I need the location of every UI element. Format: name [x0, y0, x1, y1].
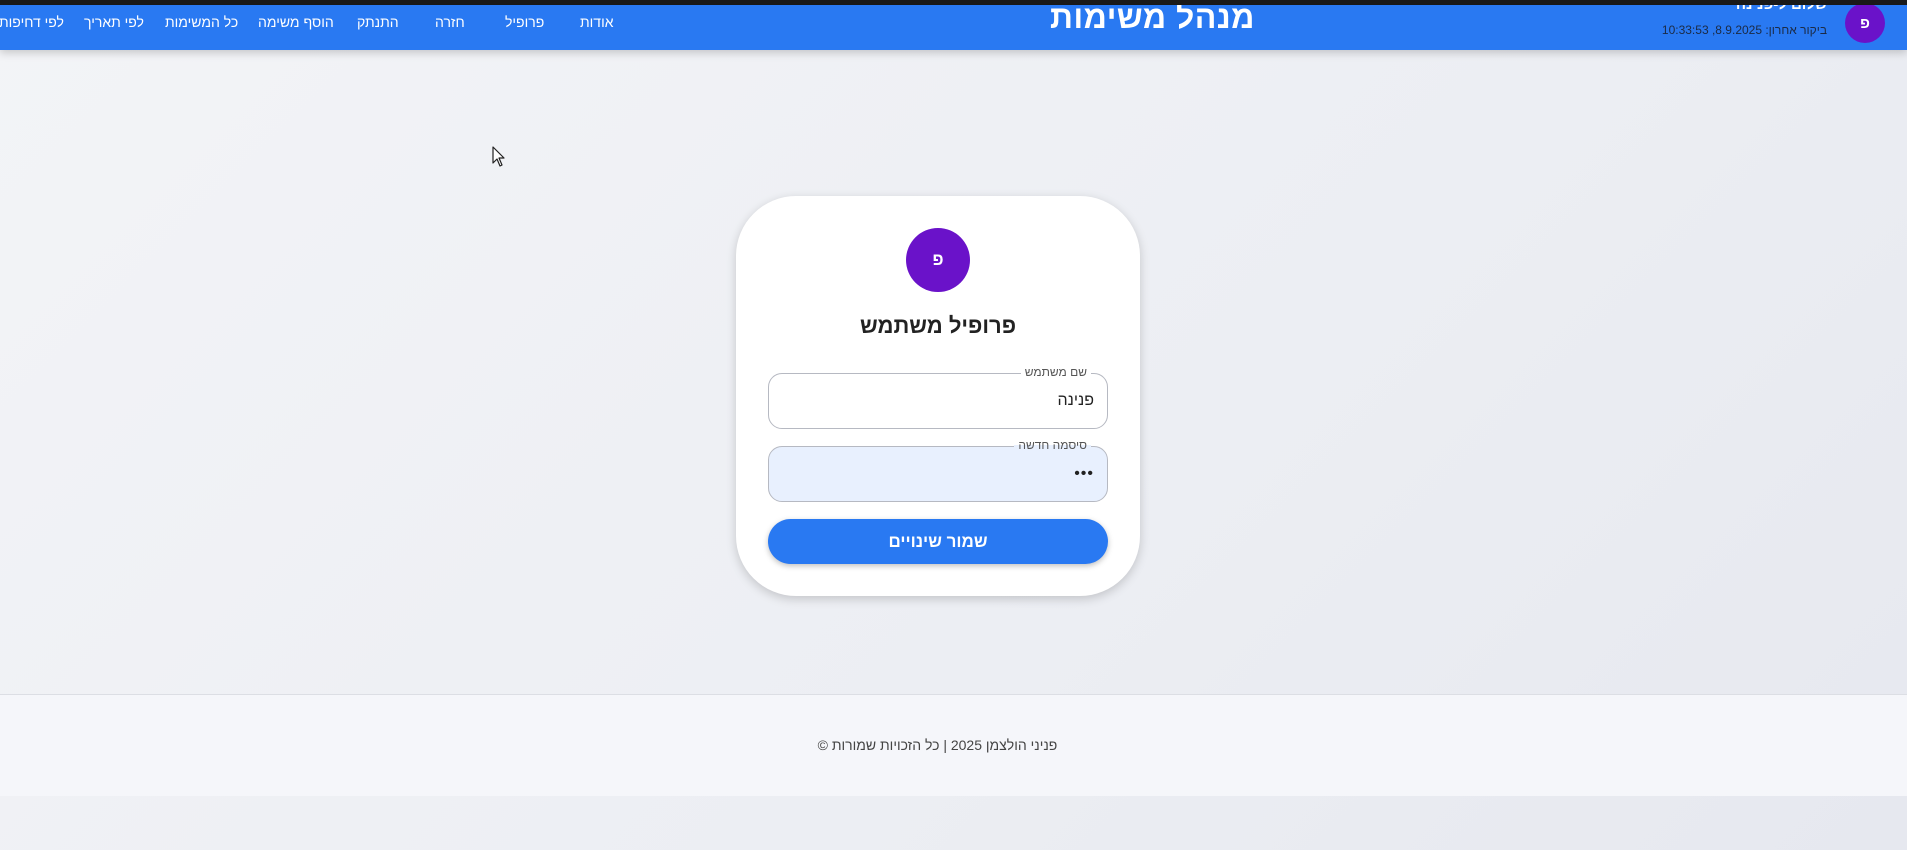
- nav-link-about[interactable]: אודות: [580, 14, 614, 30]
- save-changes-button[interactable]: שמור שינויים: [768, 519, 1108, 564]
- footer: פניני הולצמן 2025 | כל הזכויות שמורות ©: [0, 694, 1907, 796]
- username-input[interactable]: [769, 374, 1107, 428]
- profile-avatar: פ: [906, 228, 970, 292]
- last-visit-text: ביקור אחרון: 8.9.2025, 10:33:53: [1661, 23, 1827, 37]
- nav-link-all-tasks[interactable]: כל המשימות: [165, 14, 238, 30]
- profile-title: פרופיל משתמש: [859, 313, 1017, 338]
- app-title: מנהל משימות: [1050, 5, 1255, 35]
- nav-link-profile[interactable]: פרופיל: [505, 14, 544, 30]
- nav-link-by-urgency[interactable]: לפי דחיפות: [0, 14, 64, 30]
- nav-link-back[interactable]: חזרה: [435, 14, 465, 30]
- new-password-input[interactable]: [769, 447, 1107, 501]
- new-password-field: סיסמה חדשה: [768, 438, 1108, 502]
- user-avatar[interactable]: פ: [1845, 5, 1885, 43]
- username-field: שם משתמש: [768, 365, 1108, 429]
- navbar: לפי דחיפות לפי תאריך כל המשימות הוסף משי…: [0, 5, 1907, 50]
- nav-link-add-task[interactable]: הוסף משימה: [258, 14, 334, 30]
- mouse-pointer-icon: [492, 146, 505, 167]
- user-greeting: שלום ל-פנינה: [1736, 5, 1827, 13]
- nav-link-logout[interactable]: התנתק: [357, 14, 399, 30]
- copyright-text: פניני הולצמן 2025 | כל הזכויות שמורות ©: [817, 737, 1058, 753]
- profile-card: פ פרופיל משתמש שם משתמש סיסמה חדשה שמור …: [736, 196, 1140, 596]
- nav-link-by-date[interactable]: לפי תאריך: [84, 14, 144, 30]
